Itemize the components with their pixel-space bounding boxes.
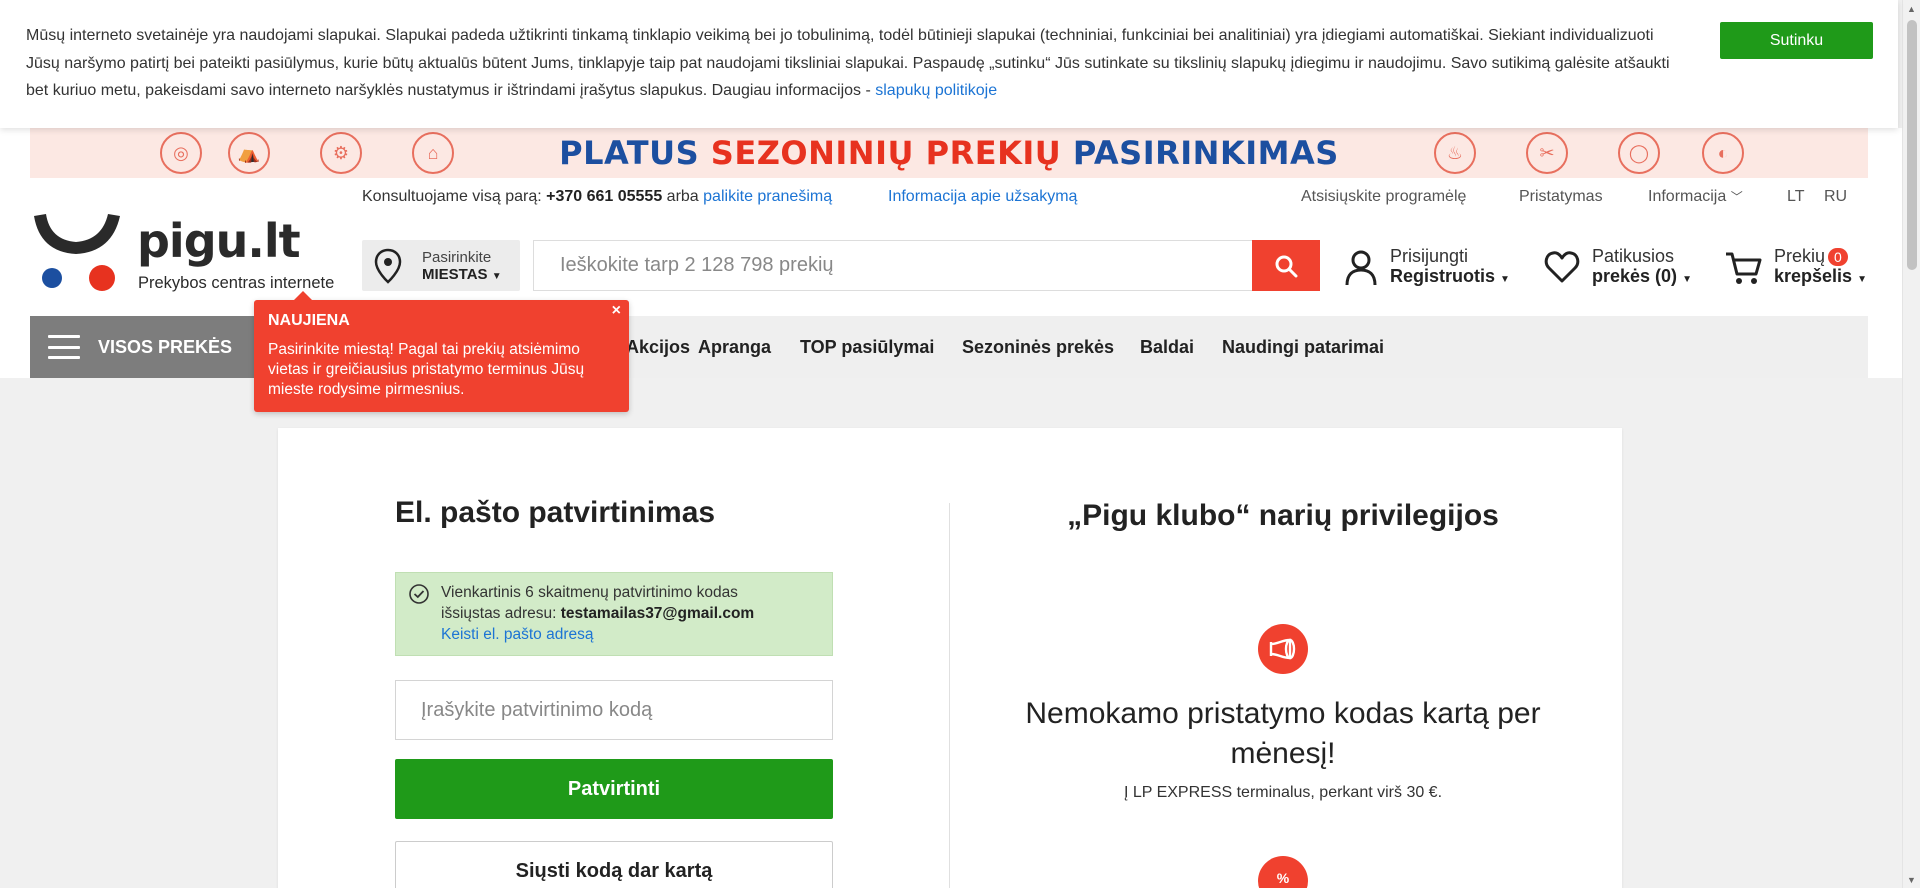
caret-down-icon: ▼ bbox=[491, 271, 502, 282]
code-sent-notice: Vienkartinis 6 skaitmenų patvirtinimo ko… bbox=[395, 572, 833, 656]
logo-name: pigu.lt bbox=[137, 214, 301, 268]
grill-icon: ♨ bbox=[1434, 132, 1476, 174]
login-label: Prisijungti bbox=[1390, 246, 1469, 266]
page-scrollbar[interactable]: ▲ ▼ bbox=[1902, 0, 1920, 888]
site-logo[interactable]: pigu.lt Prekybos centras internete bbox=[30, 208, 340, 300]
playground-icon: ⌂ bbox=[412, 132, 454, 174]
verification-panel: El. pašto patvirtinimas Vienkartinis 6 s… bbox=[278, 428, 1622, 888]
notice-line1: Vienkartinis 6 skaitmenų patvirtinimo ko… bbox=[441, 584, 738, 601]
hamburger-icon bbox=[48, 335, 80, 359]
cookie-policy-link[interactable]: slapukų politikoje bbox=[875, 82, 997, 99]
lawn-tractor-icon: ⚙ bbox=[320, 132, 362, 174]
caret-down-icon: ▼ bbox=[1682, 274, 1692, 285]
support-or: arba bbox=[662, 188, 704, 205]
lang-lt-link[interactable]: LT bbox=[1787, 188, 1804, 206]
caret-down-icon: ▼ bbox=[1857, 274, 1867, 285]
city-value-text: MIESTAS bbox=[422, 266, 488, 283]
cart-label-text: Prekių bbox=[1774, 246, 1826, 266]
banner-text-part3: PASIRINKIMAS bbox=[1072, 134, 1339, 172]
scroll-up-arrow-icon[interactable]: ▲ bbox=[1903, 0, 1920, 17]
caret-down-icon: ▼ bbox=[1500, 274, 1510, 285]
leave-message-link[interactable]: palikite pranešimą bbox=[703, 188, 832, 205]
support-label: Konsultuojame visą parą: bbox=[362, 188, 547, 205]
page-title: El. pašto patvirtinimas bbox=[395, 496, 716, 529]
close-icon[interactable]: × bbox=[612, 302, 621, 320]
delivery-horn-icon bbox=[1258, 624, 1308, 674]
cookie-consent-bar: Mūsų interneto svetainėje yra naudojami … bbox=[0, 0, 1898, 128]
basketball-icon: ◎ bbox=[160, 132, 202, 174]
cart-icon bbox=[1726, 252, 1762, 284]
nav-item-furniture[interactable]: Baldai bbox=[1140, 337, 1194, 358]
banner-text-part2: SEZONINIŲ PREKIŲ bbox=[710, 134, 1073, 172]
account-menu[interactable]: Prisijungti Registruotis ▼ bbox=[1344, 246, 1514, 290]
city-value: MIESTAS ▼ bbox=[422, 266, 502, 283]
discount-tag-icon: % bbox=[1258, 856, 1308, 888]
nav-item-top-offers[interactable]: TOP pasiūlymai bbox=[800, 337, 934, 358]
search-button[interactable] bbox=[1252, 240, 1320, 291]
scrollbar-thumb[interactable] bbox=[1907, 20, 1917, 270]
beach-ball-icon: ◐ bbox=[1702, 132, 1744, 174]
cart-count-badge: 0 bbox=[1828, 248, 1848, 266]
favorites-count-text: prekės (0) bbox=[1592, 266, 1678, 286]
chevron-down-icon: ﹀ bbox=[1730, 190, 1743, 204]
favorites-count: prekės (0) ▼ bbox=[1592, 266, 1692, 287]
nav-item-seasonal[interactable]: Sezoninės prekės bbox=[962, 337, 1114, 358]
heart-icon bbox=[1544, 251, 1580, 283]
benefit-free-delivery-subtitle: Į LP EXPRESS terminalus, perkant virš 30… bbox=[1123, 784, 1443, 801]
location-pin-icon bbox=[374, 248, 402, 284]
promo-banner[interactable]: ◎ ⛺ ⚙ ⌂ PLATUS SEZONINIŲ PREKIŲ PASIRINK… bbox=[30, 128, 1868, 178]
verification-code-input[interactable] bbox=[395, 680, 833, 740]
lang-ru-link[interactable]: RU bbox=[1824, 188, 1847, 206]
logo-smile-icon bbox=[34, 214, 120, 291]
cart-sublabel: krepšelis ▼ bbox=[1774, 266, 1867, 287]
all-products-button[interactable]: VISOS PREKĖS bbox=[30, 316, 254, 378]
banner-headline: PLATUS SEZONINIŲ PREKIŲ PASIRINKIMAS bbox=[559, 134, 1339, 172]
tooltip-text: Pasirinkite miestą! Pagal tai prekių ats… bbox=[268, 341, 585, 398]
column-divider bbox=[949, 503, 950, 888]
user-icon bbox=[1345, 250, 1377, 286]
city-selector[interactable]: Pasirinkite MIESTAS ▼ bbox=[362, 240, 520, 291]
cookie-message: Mūsų interneto svetainėje yra naudojami … bbox=[26, 27, 1670, 99]
notice-email: testamailas37@gmail.com bbox=[560, 605, 755, 622]
search-input[interactable] bbox=[533, 240, 1252, 291]
cart-sublabel-text: krepšelis bbox=[1774, 266, 1853, 286]
tooltip-title: NAUJIENA bbox=[268, 312, 350, 329]
register-text: Registruotis bbox=[1390, 266, 1496, 286]
benefit-free-delivery-title: Nemokamo pristatymo kodas kartą per mėne… bbox=[1025, 697, 1541, 770]
download-app-link[interactable]: Atsisiųskite programėlę bbox=[1301, 188, 1466, 206]
resend-code-button[interactable]: Siųsti kodą dar kartą bbox=[395, 841, 833, 888]
nav-item-apranga[interactable]: Apranga bbox=[698, 337, 771, 358]
scroll-down-arrow-icon[interactable]: ▼ bbox=[1903, 871, 1920, 888]
information-menu[interactable]: Informacija ﹀ bbox=[1648, 188, 1743, 206]
city-label: Pasirinkite bbox=[422, 249, 492, 266]
cookie-accept-button[interactable]: Sutinku bbox=[1720, 22, 1873, 59]
cookie-text: Mūsų interneto svetainėje yra naudojami … bbox=[26, 22, 1686, 105]
notice-sent-to: išsiųstas adresu: bbox=[441, 605, 561, 622]
support-line: Konsultuojame visą parą: +370 661 05555 … bbox=[362, 188, 832, 206]
nav-item-akcijos[interactable]: Akcijos bbox=[626, 337, 690, 358]
tent-icon: ⛺ bbox=[228, 132, 270, 174]
check-circle-icon bbox=[409, 584, 429, 604]
cart-menu[interactable]: Prekių 0 krepšelis ▼ bbox=[1724, 246, 1874, 290]
pool-ring-icon: ◯ bbox=[1618, 132, 1660, 174]
favorites-label: Patikusios bbox=[1592, 246, 1675, 266]
order-info-link[interactable]: Informacija apie užsakymą bbox=[888, 188, 1077, 206]
city-tooltip: × NAUJIENA Pasirinkite miestą! Pagal tai… bbox=[254, 291, 629, 412]
search-icon bbox=[1275, 255, 1298, 277]
all-products-label: VISOS PREKĖS bbox=[98, 336, 233, 357]
register-label: Registruotis ▼ bbox=[1390, 266, 1510, 287]
confirm-button[interactable]: Patvirtinti bbox=[395, 759, 833, 819]
chainsaw-icon: ✂ bbox=[1526, 132, 1568, 174]
support-phone[interactable]: +370 661 05555 bbox=[546, 188, 662, 205]
change-email-link[interactable]: Keisti el. pašto adresą bbox=[441, 626, 594, 644]
club-title: „Pigu klubo“ narių privilegijos bbox=[1067, 499, 1499, 532]
banner-text-part1: PLATUS bbox=[559, 134, 711, 172]
delivery-link[interactable]: Pristatymas bbox=[1519, 188, 1603, 206]
cart-label: Prekių 0 bbox=[1774, 246, 1848, 267]
favorites-menu[interactable]: Patikusios prekės (0) ▼ bbox=[1544, 246, 1694, 290]
nav-item-tips[interactable]: Naudingi patarimai bbox=[1222, 337, 1384, 358]
notice-line2: išsiųstas adresu: testamailas37@gmail.co… bbox=[441, 605, 754, 623]
information-label: Informacija bbox=[1648, 188, 1727, 205]
